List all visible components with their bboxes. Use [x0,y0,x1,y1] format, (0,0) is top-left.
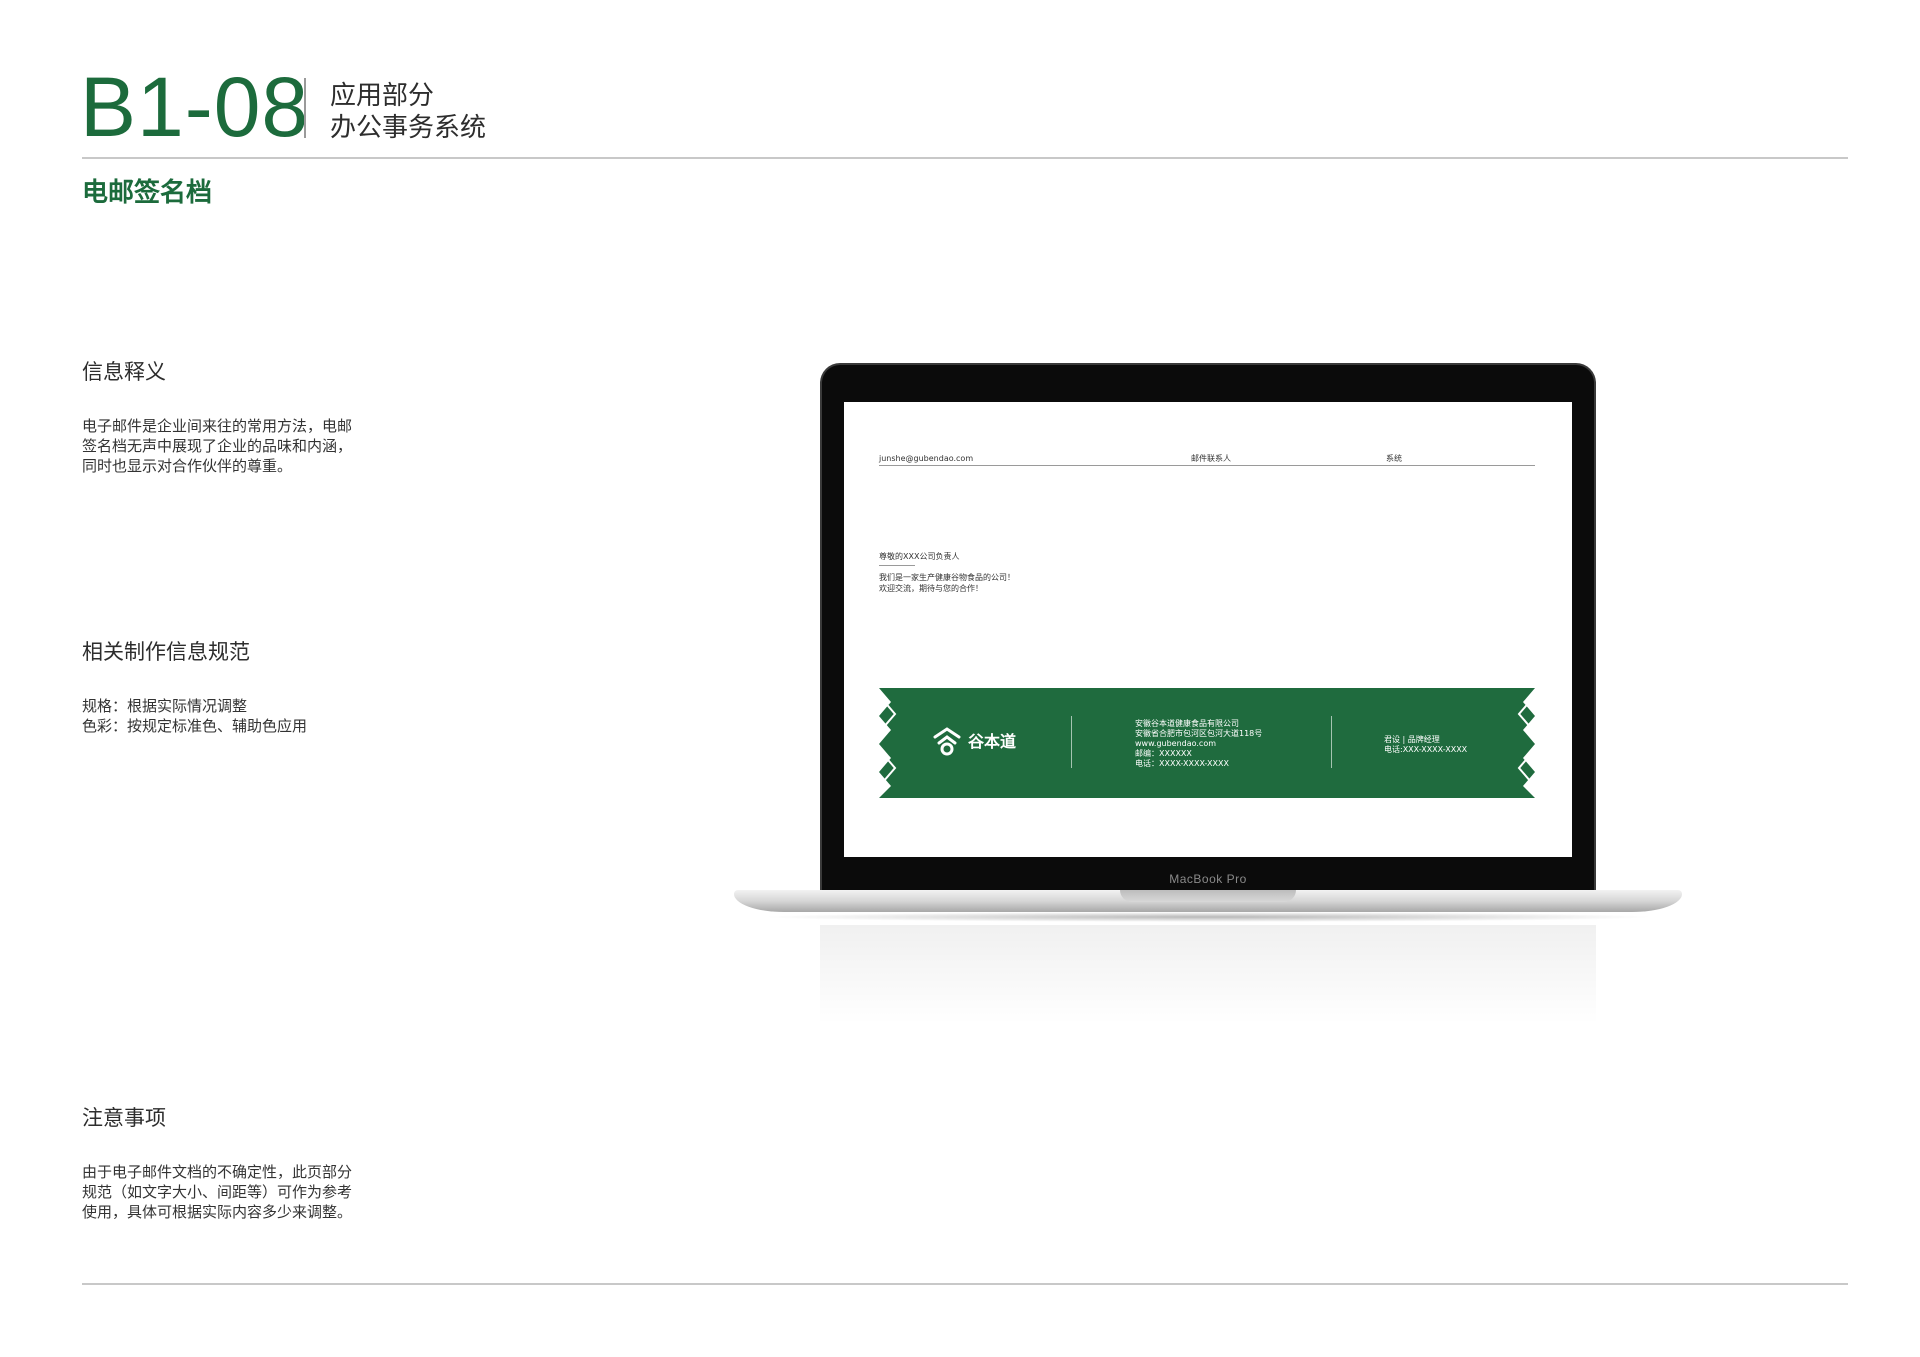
signature-band: 谷本道 安徽谷本道健康食品有限公司 安徽省合肥市包河区包河大道118号 www.… [879,688,1535,798]
email-greeting-rule [879,565,915,566]
signature-divider-2 [1331,716,1332,768]
email-greeting: 尊敬的XXX公司负责人 [879,552,960,561]
signature-brand-name: 谷本道 [968,732,1017,751]
laptop-notch [1120,890,1296,902]
signature-person-info: 君设 | 品牌经理 电话:XXX-XXXX-XXXX [1384,735,1468,754]
spec-text: 规格：根据实际情况调整 色彩：按规定标准色、辅助色应用 [82,697,308,735]
email-from: junshe@gubendao.com [879,454,974,463]
subtitle-line-2: 办公事务系统 [330,113,487,143]
subtitle-line-1: 应用部分 [330,81,435,111]
footer-rule [82,1283,1848,1285]
zigzag-right-decoration [1517,688,1535,798]
laptop-reflection [820,925,1596,1025]
header-rule [82,157,1848,159]
zigzag-left-decoration [879,688,897,798]
info-text: 电子邮件是企业间来往的常用方法，电邮 签名档无声中展现了企业的品味和内涵， 同时… [82,417,353,475]
notes-text: 由于电子邮件文档的不确定性，此页部分 规范（如文字大小、间距等）可作为参考 使用… [82,1163,353,1221]
email-body: 我们是一家生产健康谷物食品的公司！ 欢迎交流，期待与您的合作！ [879,573,1015,593]
laptop-shadow [760,912,1656,922]
spec-title: 相关制作信息规范 [82,640,250,664]
signature-company-info: 安徽谷本道健康食品有限公司 安徽省合肥市包河区包河大道118号 www.gube… [1135,719,1263,768]
laptop-model-label: MacBook Pro [1169,872,1247,886]
laptop-screen: junshe@gubendao.com 邮件联系人 系统 尊敬的XXX公司负责人… [844,402,1572,857]
email-header-rule [879,465,1535,466]
email-subject: 系统 [1386,454,1402,463]
info-title: 信息释义 [82,360,166,384]
brand-logo-icon [933,727,961,756]
header-divider [304,78,306,138]
notes-title: 注意事项 [82,1106,166,1130]
email-to: 邮件联系人 [1191,454,1231,463]
page-subtitle: 应用部分 办公事务系统 [330,80,486,144]
page-code: B1-08 [80,60,310,154]
signature-divider-1 [1071,716,1072,768]
section-title: 电邮签名档 [82,178,213,208]
